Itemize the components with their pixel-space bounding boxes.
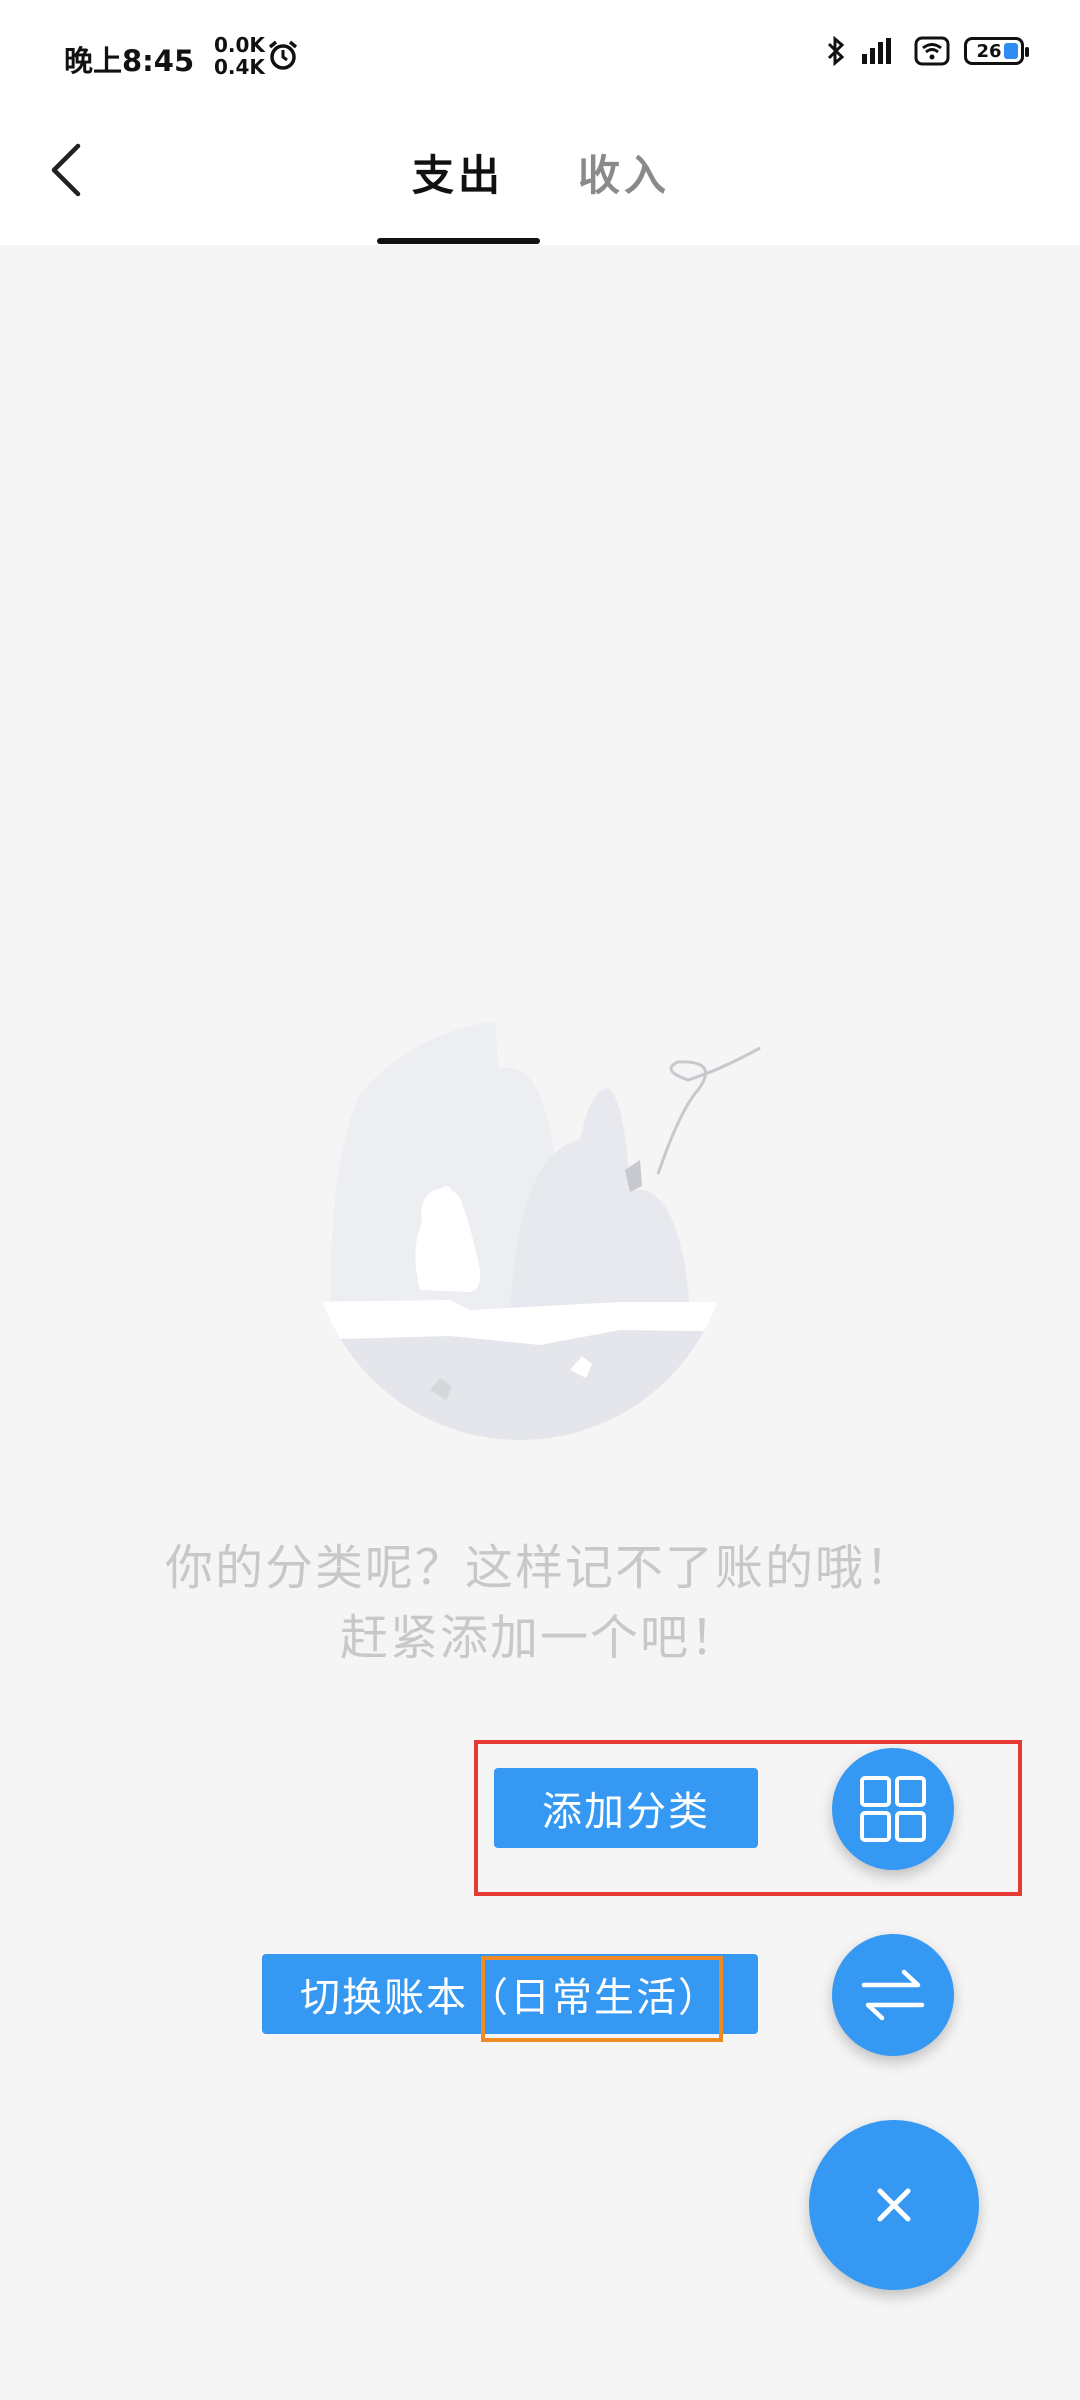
active-tab-indicator bbox=[377, 238, 540, 244]
empty-message-line1: 你的分类呢？这样记不了账的哦！ bbox=[164, 1540, 915, 1596]
empty-state-illustration bbox=[310, 1020, 761, 1440]
close-icon bbox=[877, 2188, 911, 2222]
status-time: 晚上8:45 bbox=[64, 44, 195, 78]
battery-percent: 26 bbox=[976, 40, 1002, 62]
switch-book-fab[interactable] bbox=[832, 1934, 954, 2056]
highlight-box-red bbox=[474, 1740, 1022, 1896]
battery-icon: 26 bbox=[964, 37, 1029, 65]
alarm-icon bbox=[268, 40, 298, 70]
swap-arrows-icon bbox=[861, 1969, 925, 2021]
highlight-box-orange bbox=[481, 1956, 723, 2042]
bluetooth-icon bbox=[827, 36, 845, 66]
network-speed: 0.0K 0.4K bbox=[214, 34, 265, 78]
empty-message-line2: 赶紧添加一个吧！ bbox=[339, 1610, 740, 1666]
close-fab[interactable] bbox=[809, 2120, 979, 2290]
status-icons: 26 bbox=[826, 36, 1029, 66]
battery-level bbox=[1004, 43, 1018, 59]
signal-icon bbox=[862, 38, 891, 64]
back-arrow-icon[interactable] bbox=[44, 140, 90, 200]
tab-income[interactable]: 收入 bbox=[578, 142, 670, 203]
net-down: 0.4K bbox=[214, 55, 265, 79]
net-up: 0.0K bbox=[214, 33, 265, 57]
top-bar: 晚上8:45 0.0K 0.4K 26 支出 收入 bbox=[0, 0, 1080, 245]
switch-book-label: 切换账本 bbox=[300, 1975, 468, 2021]
tab-expense[interactable]: 支出 bbox=[412, 142, 504, 203]
wifi-icon bbox=[914, 36, 950, 66]
